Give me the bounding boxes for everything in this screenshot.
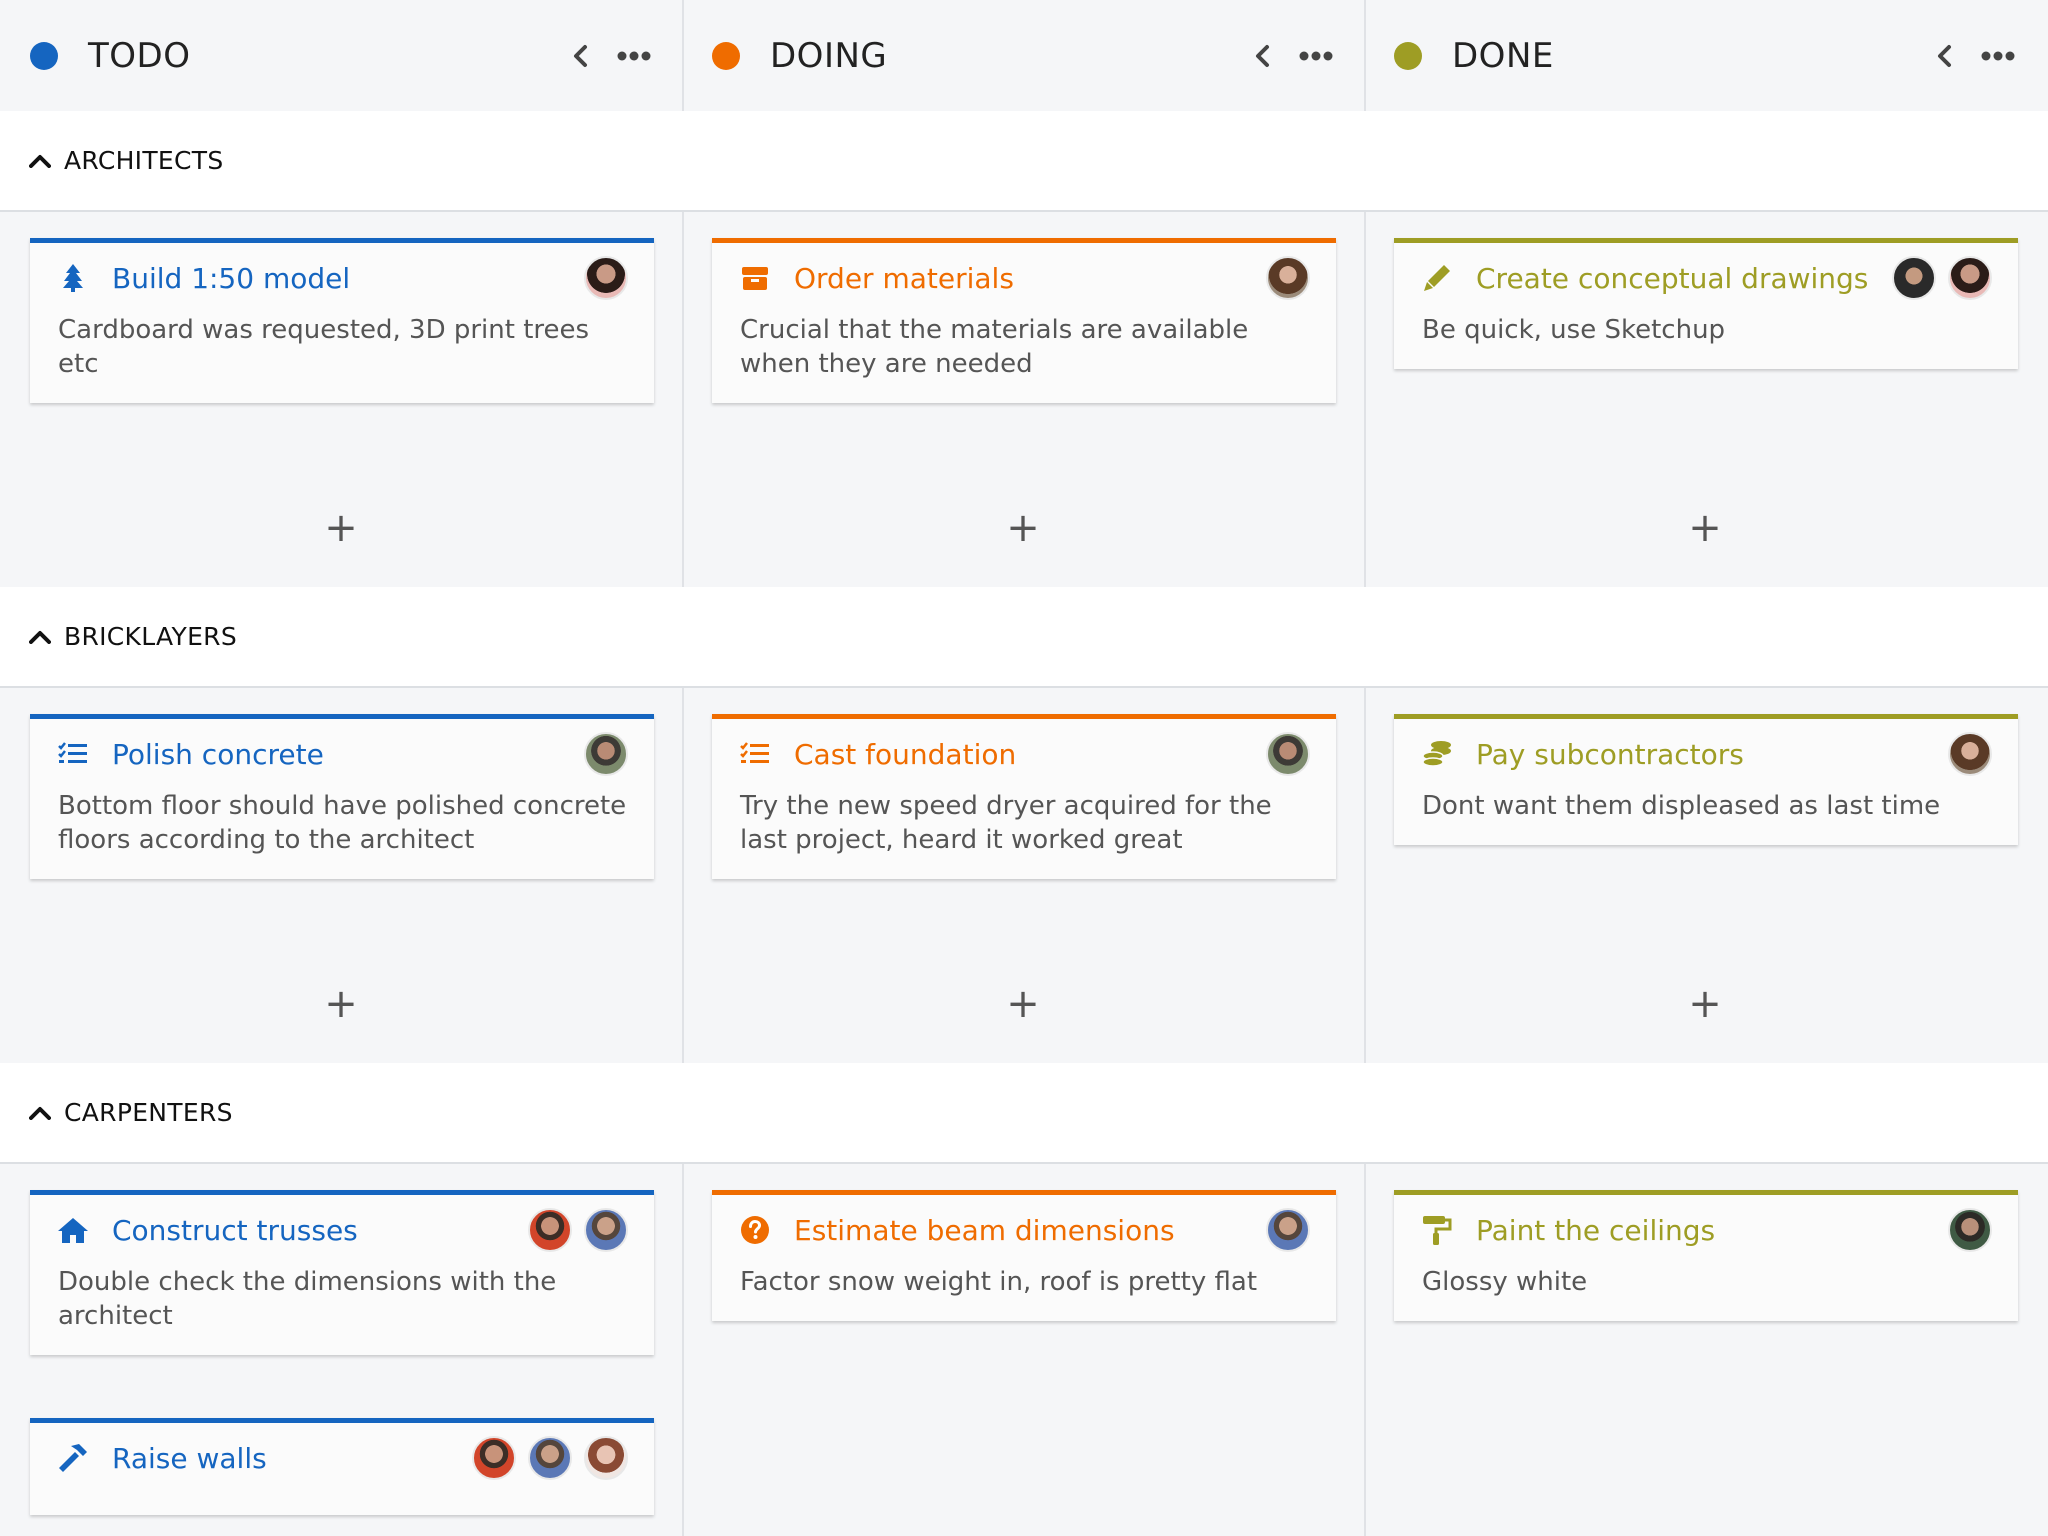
pen-icon [1420,261,1454,295]
card-description: Try the new speed dryer acquired for the… [740,791,1272,855]
card-description: Bottom floor should have polished concre… [58,791,627,855]
task-card[interactable]: Create conceptual drawings Be quick, use… [1394,238,2018,369]
avatar[interactable] [1948,256,1992,300]
paint-roller-icon [1420,1213,1454,1247]
avatar[interactable] [1892,256,1936,300]
tree-icon [56,261,90,295]
avatar[interactable] [528,1436,572,1480]
status-dot-icon [1394,41,1422,70]
column-title: TODO [88,35,191,76]
card-description: Double check the dimensions with the arc… [58,1267,557,1331]
task-card[interactable]: Construct trusses Double check the dimen… [30,1190,654,1355]
card-title[interactable]: Raise walls [112,1442,472,1475]
avatar[interactable] [584,732,628,776]
column-title: DONE [1452,35,1554,76]
add-card-button[interactable]: + [317,980,365,1028]
avatar[interactable] [1266,1208,1310,1252]
avatar[interactable] [1948,1208,1992,1252]
lane-header-carpenters[interactable]: CARPENTERS [0,1063,2048,1164]
add-card-button[interactable]: + [1681,504,1729,552]
kanban-board: TODO DOING DONE ARCHITECTS BRICKLAYERS C… [0,0,2048,1536]
collapse-chevron-icon[interactable] [560,36,600,76]
more-options-icon[interactable] [1294,36,1338,76]
lane-title: ARCHITECTS [64,146,224,175]
add-card-button[interactable]: + [317,504,365,552]
status-dot-icon [712,41,740,70]
card-title[interactable]: Cast foundation [794,738,1266,771]
add-card-button[interactable]: + [999,980,1047,1028]
avatar[interactable] [1266,732,1310,776]
column-divider [1364,0,1366,1536]
more-options-icon[interactable] [612,36,656,76]
card-title[interactable]: Paint the ceilings [1476,1214,1948,1247]
task-card[interactable]: Raise walls [30,1418,654,1515]
card-description: Be quick, use Sketchup [1422,315,1726,345]
card-description: Cardboard was requested, 3D print trees … [58,315,590,379]
add-card-button[interactable]: + [1681,980,1729,1028]
card-title[interactable]: Pay subcontractors [1476,738,1948,771]
column-header-todo: TODO [0,0,682,111]
column-divider [682,0,684,1536]
task-card[interactable]: Paint the ceilings Glossy white [1394,1190,2018,1321]
card-description: Glossy white [1422,1267,1588,1297]
column-header-done: DONE [1364,0,2046,111]
avatar[interactable] [472,1436,516,1480]
status-dot-icon [30,41,58,70]
task-card[interactable]: Cast foundation Try the new speed dryer … [712,714,1336,879]
card-title[interactable]: Construct trusses [112,1214,528,1247]
lane-header-bricklayers[interactable]: BRICKLAYERS [0,587,2048,688]
avatar[interactable] [584,1436,628,1480]
add-card-button[interactable]: + [999,504,1047,552]
avatar[interactable] [528,1208,572,1252]
avatar[interactable] [584,256,628,300]
card-title[interactable]: Order materials [794,262,1266,295]
lane-title: BRICKLAYERS [64,622,238,651]
avatar[interactable] [1948,732,1992,776]
more-options-icon[interactable] [1976,36,2020,76]
task-card[interactable]: Pay subcontractors Dont want them disple… [1394,714,2018,845]
card-title[interactable]: Estimate beam dimensions [794,1214,1266,1247]
question-icon [738,1213,772,1247]
box-icon [738,261,772,295]
card-title[interactable]: Build 1:50 model [112,262,584,295]
column-header-doing: DOING [682,0,1364,111]
tasklist-icon [738,737,772,771]
coins-icon [1420,737,1454,771]
task-card[interactable]: Estimate beam dimensions Factor snow wei… [712,1190,1336,1321]
lane-title: CARPENTERS [64,1098,233,1127]
collapse-chevron-icon[interactable] [1924,36,1964,76]
card-description: Crucial that the materials are available… [740,315,1249,379]
lane-header-architects[interactable]: ARCHITECTS [0,111,2048,212]
tasklist-icon [56,737,90,771]
card-description: Dont want them displeased as last time [1422,791,1941,821]
card-title[interactable]: Create conceptual drawings [1476,262,1892,295]
avatar[interactable] [1266,256,1310,300]
column-title: DOING [770,35,888,76]
home-icon [56,1213,90,1247]
collapse-chevron-icon[interactable] [1242,36,1282,76]
task-card[interactable]: Build 1:50 model Cardboard was requested… [30,238,654,403]
caret-up-icon[interactable] [26,623,54,651]
card-description [30,1493,654,1515]
hammer-icon [56,1441,90,1475]
card-title[interactable]: Polish concrete [112,738,584,771]
caret-up-icon[interactable] [26,1099,54,1127]
card-description: Factor snow weight in, roof is pretty fl… [740,1267,1258,1297]
caret-up-icon[interactable] [26,147,54,175]
task-card[interactable]: Polish concrete Bottom floor should have… [30,714,654,879]
task-card[interactable]: Order materials Crucial that the materia… [712,238,1336,403]
avatar[interactable] [584,1208,628,1252]
